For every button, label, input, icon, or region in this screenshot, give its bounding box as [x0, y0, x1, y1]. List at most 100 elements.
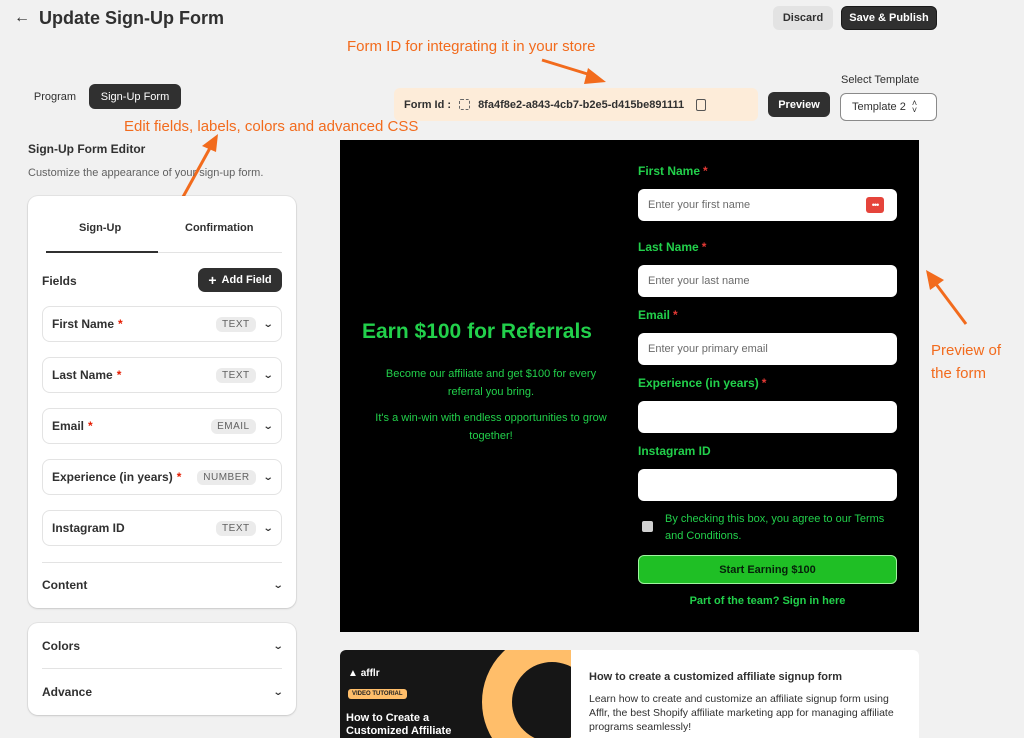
- chevron-down-icon[interactable]: ⌄: [272, 580, 283, 591]
- divider: [42, 668, 282, 669]
- tutorial-description: Learn how to create and customize an aff…: [589, 693, 894, 733]
- input-placeholder: Enter your primary email: [648, 343, 768, 355]
- sign-in-link[interactable]: Part of the team? Sign in here: [638, 595, 897, 607]
- field-type-badge: EMAIL: [211, 418, 256, 434]
- chevron-down-icon[interactable]: ⌄: [262, 370, 273, 381]
- preview-label-first-name: First Name *: [638, 164, 708, 178]
- chevron-down-icon[interactable]: ⌄: [262, 472, 273, 483]
- chevron-down-icon[interactable]: ⌄: [262, 319, 273, 330]
- field-row-email[interactable]: Email * EMAIL ⌄: [42, 408, 282, 444]
- field-type-badge: NUMBER: [197, 469, 256, 485]
- thumbnail-title: How to Create a Customized Affiliate: [346, 712, 452, 737]
- field-name: Instagram ID: [52, 521, 125, 535]
- required-marker: *: [116, 368, 122, 382]
- preview-text-2: It's a win-win with endless opportunitie…: [375, 412, 607, 442]
- section-content[interactable]: Content ⌄: [42, 578, 283, 592]
- field-row-last-name[interactable]: Last Name * TEXT ⌄: [42, 357, 282, 393]
- form-preview: Earn $100 for Referrals Become our affil…: [340, 140, 919, 632]
- chevron-down-icon[interactable]: ⌄: [262, 421, 273, 432]
- section-advance-label: Advance: [42, 685, 93, 699]
- chevron-down-icon[interactable]: ⌄: [272, 641, 283, 652]
- field-row-instagram[interactable]: Instagram ID TEXT ⌄: [42, 510, 282, 546]
- preview-input-last-name[interactable]: Enter your last name: [638, 265, 897, 297]
- thumbnail-decoration: [482, 650, 571, 738]
- required-marker: *: [761, 376, 767, 390]
- label-text: Experience (in years): [638, 376, 759, 390]
- add-field-button[interactable]: + Add Field: [198, 268, 282, 292]
- field-row-experience[interactable]: Experience (in years) * NUMBER ⌄: [42, 459, 282, 495]
- field-row-first-name[interactable]: First Name * TEXT ⌄: [42, 306, 282, 342]
- preview-label-email: Email *: [638, 308, 678, 322]
- field-name: Last Name: [52, 368, 113, 382]
- required-marker: *: [118, 317, 123, 331]
- editor-card: Sign-Up Confirmation Fields + Add Field …: [28, 196, 296, 608]
- required-marker: *: [701, 240, 707, 254]
- section-advance[interactable]: Advance ⌄: [42, 685, 283, 699]
- form-id-value: 8fa4f8e2-a843-4cb7-b2e5-d415be891111: [478, 98, 685, 111]
- input-placeholder: Enter your last name: [648, 275, 750, 287]
- chevron-down-icon[interactable]: ⌄: [262, 523, 273, 534]
- preview-label-instagram: Instagram ID: [638, 444, 714, 458]
- preview-input-email[interactable]: Enter your primary email: [638, 333, 897, 365]
- preview-headline: Earn $100 for Referrals: [362, 320, 592, 343]
- template-select[interactable]: Template 2 ˄ ˅: [840, 93, 937, 121]
- required-marker: *: [176, 470, 182, 484]
- field-name: Email: [52, 419, 85, 433]
- field-name: First Name: [52, 317, 115, 331]
- template-select-value: Template 2: [852, 101, 906, 113]
- subtab-confirmation[interactable]: Confirmation: [185, 222, 253, 234]
- select-icon: [459, 99, 471, 110]
- preview-label-experience: Experience (in years) *: [638, 376, 766, 390]
- form-id-box: Form Id : 8fa4f8e2-a843-4cb7-b2e5-d415be…: [394, 88, 758, 121]
- subtab-active-indicator: [46, 251, 158, 253]
- preview-text-1: Become our affiliate and get $100 for ev…: [385, 368, 597, 398]
- start-earning-button[interactable]: Start Earning $100: [638, 555, 897, 584]
- field-name: Experience (in years): [52, 470, 173, 484]
- required-marker: *: [673, 308, 678, 322]
- input-placeholder: Enter your first name: [648, 199, 751, 211]
- editor-subtitle: Customize the appearance of your sign-up…: [28, 167, 264, 179]
- label-text: First Name: [638, 164, 701, 178]
- copy-icon[interactable]: [696, 98, 707, 111]
- fields-label: Fields: [42, 274, 77, 288]
- video-tutorial-badge: VIDEO TUTORIAL: [348, 689, 407, 699]
- preview-input-instagram[interactable]: [638, 469, 897, 501]
- preview-input-first-name[interactable]: Enter your first name •••: [638, 189, 897, 221]
- password-manager-icon[interactable]: •••: [866, 197, 884, 213]
- label-text: Last Name: [638, 240, 699, 254]
- chevron-down-icon[interactable]: ⌄: [272, 687, 283, 698]
- terms-text: By checking this box, you agree to our T…: [665, 513, 885, 542]
- plus-icon: +: [208, 272, 217, 288]
- editor-title: Sign-Up Form Editor: [28, 142, 146, 156]
- field-type-badge: TEXT: [216, 520, 256, 536]
- field-type-badge: TEXT: [216, 367, 256, 383]
- terms-checkbox[interactable]: [642, 521, 653, 532]
- tutorial-title[interactable]: How to create a customized affiliate sig…: [589, 671, 842, 683]
- section-colors[interactable]: Colors ⌄: [42, 639, 283, 653]
- section-content-label: Content: [42, 578, 88, 592]
- afflr-logo: ▲ afflr: [348, 668, 380, 679]
- label-text: Instagram ID: [638, 444, 711, 458]
- subtab-signup[interactable]: Sign-Up: [79, 222, 121, 234]
- select-template-label: Select Template: [841, 74, 920, 86]
- required-marker: *: [703, 164, 708, 178]
- field-type-badge: TEXT: [216, 316, 256, 332]
- logo-text: afflr: [360, 668, 380, 679]
- tab-program[interactable]: Program: [27, 84, 83, 109]
- preview-input-experience[interactable]: [638, 401, 897, 433]
- add-field-label: Add Field: [221, 274, 272, 286]
- preview-button[interactable]: Preview: [768, 92, 830, 117]
- section-colors-label: Colors: [42, 639, 81, 653]
- preview-label-last-name: Last Name *: [638, 240, 706, 254]
- tutorial-thumbnail[interactable]: ▲ afflr VIDEO TUTORIAL How to Create a C…: [340, 650, 571, 738]
- divider: [42, 562, 282, 563]
- tutorial-card[interactable]: ▲ afflr VIDEO TUTORIAL How to Create a C…: [340, 650, 919, 738]
- arrow-form-id: [541, 58, 595, 78]
- chevron-up-down-icon: ˄ ˅: [911, 98, 918, 115]
- editor-card-secondary: Colors ⌄ Advance ⌄: [28, 623, 296, 715]
- form-id-label: Form Id :: [404, 98, 452, 111]
- label-text: Email: [638, 308, 671, 322]
- required-marker: *: [88, 419, 93, 433]
- tab-signup-form[interactable]: Sign-Up Form: [89, 84, 181, 109]
- arrow-preview: [934, 283, 968, 325]
